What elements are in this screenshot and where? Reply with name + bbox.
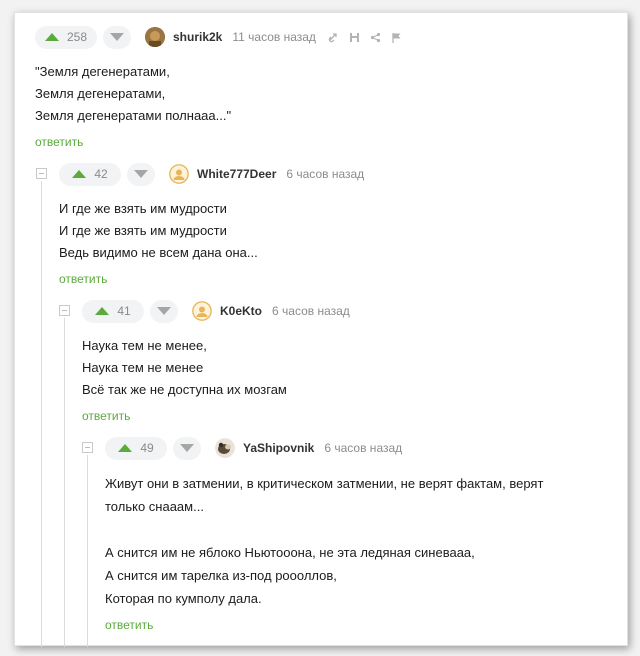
- username[interactable]: shurik2k: [173, 30, 222, 44]
- comment-1: 258 shurik2k 11 часов назад "Земля деген…: [35, 25, 615, 149]
- comment-line: [105, 518, 615, 541]
- avatar-tan-icon: [145, 27, 165, 47]
- collapse-toggle[interactable]: [59, 305, 70, 316]
- comment-text: Наука тем не менее, Наука тем не менее В…: [82, 335, 615, 401]
- avatar[interactable]: [192, 301, 212, 321]
- share-icon[interactable]: [370, 32, 381, 43]
- comment-score: 41: [117, 304, 131, 318]
- downvote-button[interactable]: [103, 25, 131, 49]
- avatar-dog-icon: [215, 438, 235, 458]
- timestamp[interactable]: 6 часов назад: [324, 441, 402, 455]
- comment-score: 42: [94, 167, 108, 181]
- avatar[interactable]: [215, 438, 235, 458]
- comment-3: 41 K0eKto 6 часов назад Наука тем не мен…: [82, 299, 615, 423]
- comment-line: И где же взять им мудрости: [59, 201, 227, 216]
- downvote-button[interactable]: [127, 162, 155, 186]
- comment-line: И где же взять им мудрости: [59, 223, 227, 238]
- comment-line: Живут они в затмении, в критическом затм…: [105, 476, 544, 491]
- avatar-placeholder-icon: [192, 301, 212, 321]
- comment-line: Ведь видимо не всем дана она...: [59, 245, 258, 260]
- collapse-toggle[interactable]: [36, 168, 47, 179]
- upvote-button[interactable]: 41: [82, 299, 144, 323]
- timestamp[interactable]: 6 часов назад: [272, 304, 350, 318]
- reply-link[interactable]: ответить: [105, 618, 615, 632]
- comment-line: А снится им тарелка из-под роооллов,: [105, 568, 337, 583]
- comment-actions: [328, 32, 402, 43]
- thread-branch-line: [64, 318, 65, 647]
- comment-line: Наука тем не менее: [82, 360, 204, 375]
- downvote-button[interactable]: [173, 436, 201, 460]
- reply-link[interactable]: ответить: [82, 409, 615, 423]
- arrow-up-icon: [95, 307, 110, 315]
- arrow-down-icon: [134, 170, 148, 178]
- thread-branch-line: [41, 181, 42, 647]
- arrow-up-icon: [118, 444, 133, 452]
- comment-line: только снааам...: [105, 499, 204, 514]
- upvote-button[interactable]: 49: [105, 436, 167, 460]
- username[interactable]: YaShipovnik: [243, 441, 314, 455]
- comment-text: И где же взять им мудрости И где же взят…: [59, 198, 615, 264]
- username[interactable]: White777Deer: [197, 167, 276, 181]
- comment-text: Живут они в затмении, в критическом затм…: [105, 472, 615, 610]
- comment-line: Земля дегенератами,: [35, 86, 166, 101]
- avatar-placeholder-icon: [169, 164, 189, 184]
- avatar[interactable]: [169, 164, 189, 184]
- collapse-toggle[interactable]: [82, 442, 93, 453]
- timestamp[interactable]: 11 часов назад: [232, 30, 316, 44]
- comment-line: Которая по кумполу дала.: [105, 591, 262, 606]
- comment-line: Земля дегенератами полнааа...": [35, 108, 232, 123]
- comment-line: "Земля дегенератами,: [35, 64, 170, 79]
- comments-card: 258 shurik2k 11 часов назад "Земля деген…: [14, 12, 628, 647]
- arrow-down-icon: [110, 33, 124, 41]
- reply-link[interactable]: ответить: [35, 135, 615, 149]
- arrow-up-icon: [72, 170, 87, 178]
- comment-2: 42 White777Deer 6 часов назад И где же в…: [59, 162, 615, 286]
- comment-line: Всё так же не доступна их мозгам: [82, 382, 287, 397]
- save-icon[interactable]: [349, 32, 360, 43]
- arrow-down-icon: [180, 444, 194, 452]
- comment-header: 41 K0eKto 6 часов назад: [82, 299, 615, 323]
- arrow-down-icon: [157, 307, 171, 315]
- downvote-button[interactable]: [150, 299, 178, 323]
- username[interactable]: K0eKto: [220, 304, 262, 318]
- link-icon[interactable]: [328, 32, 339, 43]
- comment-score: 49: [140, 441, 154, 455]
- arrow-up-icon: [44, 33, 59, 41]
- reply-link[interactable]: ответить: [59, 272, 615, 286]
- flag-icon[interactable]: [391, 32, 402, 43]
- avatar[interactable]: [145, 27, 165, 47]
- upvote-button[interactable]: 42: [59, 162, 121, 186]
- comment-header: 258 shurik2k 11 часов назад: [35, 25, 615, 49]
- comment-score: 258: [66, 30, 88, 44]
- comment-header: 49 YaShipovnik 6 часов назад: [105, 436, 615, 460]
- timestamp[interactable]: 6 часов назад: [286, 167, 364, 181]
- comment-header: 42 White777Deer 6 часов назад: [59, 162, 615, 186]
- upvote-button[interactable]: 258: [35, 25, 97, 49]
- comment-line: Наука тем не менее,: [82, 338, 207, 353]
- comment-line: А снится им не яблоко Ньютооона, не эта …: [105, 545, 475, 560]
- comment-4: 49 YaShipovnik 6 часов назад Живут они в…: [105, 436, 615, 632]
- comment-text: "Земля дегенератами, Земля дегенератами,…: [35, 61, 615, 127]
- thread-branch-line: [87, 455, 88, 647]
